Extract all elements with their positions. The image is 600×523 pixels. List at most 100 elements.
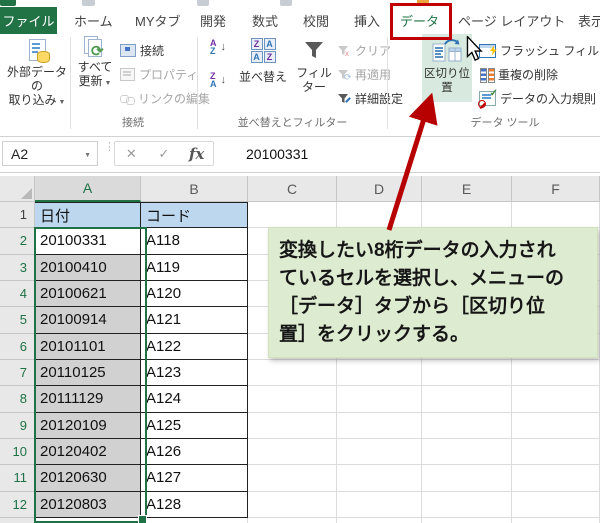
tab-8[interactable]: 表示	[578, 7, 600, 34]
cell-C1[interactable]	[248, 202, 337, 229]
cell-F10[interactable]	[512, 438, 600, 466]
column-header-E[interactable]: E	[422, 176, 512, 202]
cell-F1[interactable]	[512, 202, 600, 229]
cell-A8[interactable]: 20111129	[35, 386, 141, 413]
cell-A13[interactable]	[35, 517, 141, 523]
cell-F13[interactable]	[512, 517, 600, 523]
flash-fill-button[interactable]: フラッシュ フィル	[479, 42, 599, 59]
sort-za-button[interactable]: ZA ↓	[210, 72, 226, 89]
cell-E11[interactable]	[422, 465, 512, 492]
cell-A11[interactable]: 20120630	[35, 465, 141, 492]
cell-A7[interactable]: 20110125	[35, 359, 141, 387]
cell-D1[interactable]	[337, 202, 422, 229]
remove-duplicates-button[interactable]: 重複の削除	[479, 66, 558, 83]
cell-B1[interactable]: コード	[141, 202, 248, 229]
tab-1[interactable]: MYタブ	[135, 7, 181, 34]
cell-C8[interactable]	[248, 386, 337, 413]
cell-C9[interactable]	[248, 412, 337, 439]
row-header-10[interactable]: 10	[0, 438, 35, 466]
tab-4[interactable]: 校閲	[303, 7, 329, 34]
cell-A3[interactable]: 20100410	[35, 254, 141, 281]
cell-B4[interactable]: A120	[141, 280, 248, 308]
cell-E10[interactable]	[422, 438, 512, 466]
cell-F8[interactable]	[512, 386, 600, 413]
row-header-1[interactable]: 1	[0, 202, 35, 229]
cell-D12[interactable]	[337, 491, 422, 518]
cell-E8[interactable]	[422, 386, 512, 413]
sort-button[interactable]: ZA AZ 並べ替え	[236, 38, 290, 84]
enter-icon[interactable]: ✓	[148, 146, 181, 162]
row-header-4[interactable]: 4	[0, 280, 35, 308]
advanced-filter-button[interactable]: 詳細設定	[337, 90, 403, 107]
cell-A2[interactable]: 20100331	[35, 228, 141, 255]
cell-F7[interactable]	[512, 359, 600, 387]
column-header-D[interactable]: D	[337, 176, 422, 202]
cell-E7[interactable]	[422, 359, 512, 387]
tab-file[interactable]: ファイル	[0, 7, 57, 34]
filter-button[interactable]: フィルター	[291, 38, 337, 94]
tab-7[interactable]: ページ レイアウト	[458, 7, 565, 34]
tab-5[interactable]: 挿入	[354, 7, 380, 34]
cell-C12[interactable]	[248, 491, 337, 518]
cell-B5[interactable]: A121	[141, 307, 248, 334]
tab-3[interactable]: 数式	[252, 7, 278, 34]
row-header-6[interactable]: 6	[0, 333, 35, 360]
cell-B3[interactable]: A119	[141, 254, 248, 281]
row-header-11[interactable]: 11	[0, 465, 35, 492]
cell-C11[interactable]	[248, 465, 337, 492]
refresh-all-button[interactable]: ⟳ すべて 更新 ▼	[73, 36, 117, 91]
cell-A5[interactable]: 20100914	[35, 307, 141, 334]
cell-D8[interactable]	[337, 386, 422, 413]
tab-2[interactable]: 開発	[200, 7, 226, 34]
row-header-9[interactable]: 9	[0, 412, 35, 439]
cancel-icon[interactable]: ✕	[115, 146, 148, 162]
cell-F9[interactable]	[512, 412, 600, 439]
cell-C7[interactable]	[248, 359, 337, 387]
cell-D7[interactable]	[337, 359, 422, 387]
select-all-corner[interactable]	[0, 176, 35, 202]
cell-A4[interactable]: 20100621	[35, 280, 141, 308]
cell-E12[interactable]	[422, 491, 512, 518]
cell-B13[interactable]	[141, 517, 248, 523]
cell-E1[interactable]	[422, 202, 512, 229]
cell-B10[interactable]: A126	[141, 438, 248, 466]
cell-B9[interactable]: A125	[141, 412, 248, 439]
tab-0[interactable]: ホーム	[74, 7, 113, 34]
row-header-8[interactable]: 8	[0, 386, 35, 413]
column-header-C[interactable]: C	[248, 176, 337, 202]
cell-B12[interactable]: A128	[141, 491, 248, 518]
cell-F12[interactable]	[512, 491, 600, 518]
get-external-data-button[interactable]: 外部データの 取り込み ▼	[6, 36, 68, 110]
column-header-F[interactable]: F	[512, 176, 600, 202]
name-box[interactable]: A2 ▼	[2, 141, 98, 166]
row-header-3[interactable]: 3	[0, 254, 35, 281]
row-header-2[interactable]: 2	[0, 228, 35, 255]
cell-A10[interactable]: 20120402	[35, 438, 141, 466]
column-header-B[interactable]: B	[141, 176, 248, 202]
cell-C10[interactable]	[248, 438, 337, 466]
cell-B7[interactable]: A123	[141, 359, 248, 387]
data-validation-button[interactable]: ✓ データの入力規則	[478, 88, 596, 109]
cell-A1[interactable]: 日付	[35, 202, 141, 229]
formula-input[interactable]: 20100331	[216, 141, 600, 166]
cell-B8[interactable]: A124	[141, 386, 248, 413]
insert-function-icon[interactable]: fx	[180, 145, 213, 163]
column-header-A[interactable]: A	[35, 176, 141, 202]
name-box-dropdown-icon[interactable]: ▼	[84, 152, 91, 159]
cell-A6[interactable]: 20101101	[35, 333, 141, 360]
cell-B11[interactable]: A127	[141, 465, 248, 492]
cell-A9[interactable]: 20120109	[35, 412, 141, 439]
connections-button[interactable]: 接続	[120, 42, 164, 59]
row-header-13[interactable]: 13	[0, 517, 35, 523]
cell-B2[interactable]: A118	[141, 228, 248, 255]
cell-E9[interactable]	[422, 412, 512, 439]
cell-D10[interactable]	[337, 438, 422, 466]
row-header-5[interactable]: 5	[0, 307, 35, 334]
cell-F11[interactable]	[512, 465, 600, 492]
cell-C13[interactable]	[248, 517, 337, 523]
sort-az-button[interactable]: AZ ↓	[210, 39, 226, 56]
row-header-12[interactable]: 12	[0, 491, 35, 518]
cell-D11[interactable]	[337, 465, 422, 492]
cell-D13[interactable]	[337, 517, 422, 523]
cell-D9[interactable]	[337, 412, 422, 439]
